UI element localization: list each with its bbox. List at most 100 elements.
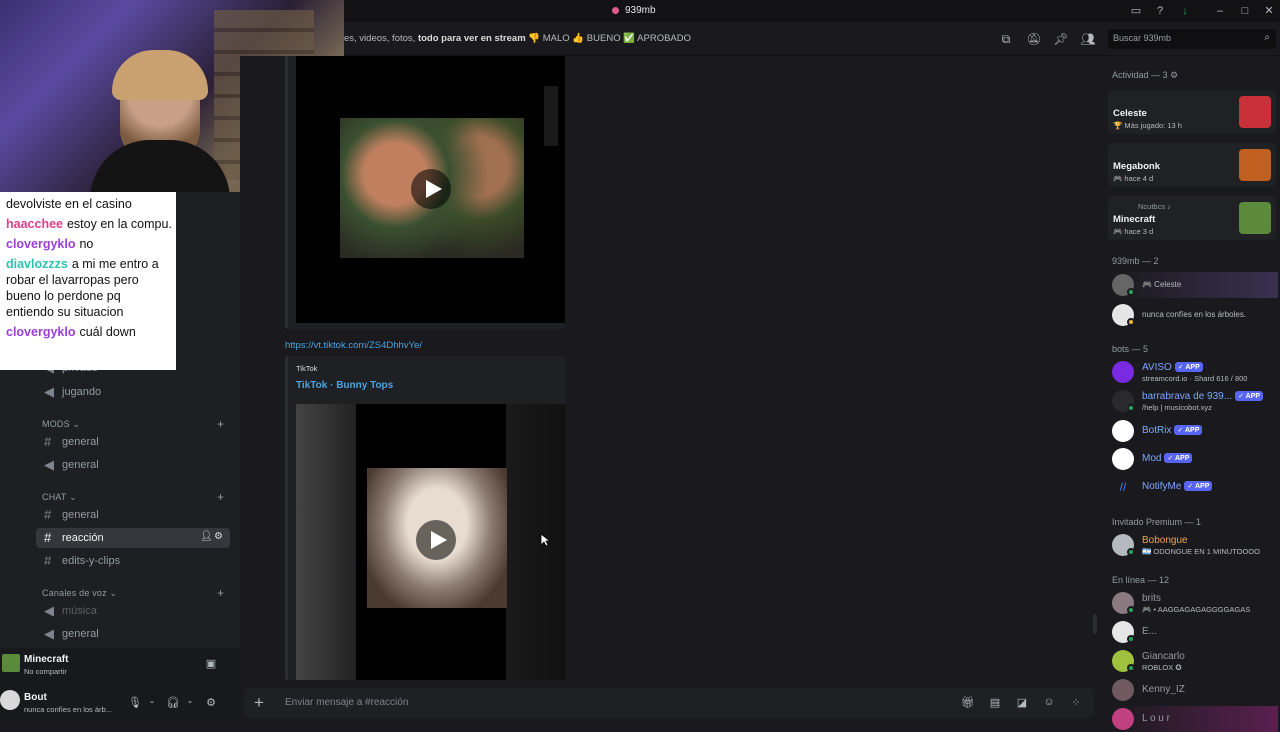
add-channel-icon[interactable]: + [217, 490, 224, 504]
emoji-icon[interactable]: ☺ [1042, 696, 1056, 708]
chat-message: clovergyklo no [6, 237, 94, 251]
add-channel-icon[interactable]: + [217, 417, 224, 431]
chat-message: devolviste en el casino [6, 197, 132, 211]
minimize-icon[interactable]: – [1213, 4, 1227, 18]
channel-header: es, videos, fotos, todo para ver en stre… [344, 22, 1280, 56]
user-status: nunca confíes en los árb... [24, 705, 112, 714]
invite-icon[interactable]: 👤︎ [200, 531, 213, 542]
threads-icon[interactable]: ⧉ [998, 31, 1014, 47]
channel-item[interactable]: ◀︎ general [36, 455, 230, 475]
activity-name: Minecraft [24, 654, 69, 665]
hash-icon: # [44, 507, 52, 522]
member-item[interactable]: Kenny_IZ [1112, 677, 1278, 703]
hash-icon: # [44, 530, 52, 545]
role-header: Invitado Premium — 1 [1112, 517, 1202, 527]
category-chat[interactable]: CHAT ⌄ + [42, 490, 224, 504]
mouse-cursor-icon [540, 533, 550, 547]
pin-icon[interactable]: 📌︎ [1053, 31, 1069, 47]
activity-status: No compartir [24, 667, 67, 676]
channel-item-active[interactable]: # reacción 👤︎ ⚙︎ [36, 528, 230, 548]
speaker-icon: ◀︎ [44, 603, 54, 618]
video-player[interactable] [296, 56, 565, 323]
category-voice[interactable]: Canales de voz ⌄ + [42, 586, 224, 600]
member-list-icon[interactable]: 👥︎ [1080, 31, 1096, 47]
headphones-icon[interactable]: 🎧︎ [166, 696, 180, 709]
member-list: Actividad — 3 ⚙︎ Celeste 🏆 Más jugado: 1… [1104, 56, 1280, 732]
minecraft-game-icon [2, 654, 20, 672]
inbox-icon[interactable]: ▭ [1129, 4, 1143, 18]
chat-message: haacchee estoy en la compu. [6, 217, 172, 231]
chevron-down-icon[interactable]: ⌄ [145, 696, 159, 705]
channel-item[interactable]: # general [36, 432, 230, 452]
microphone-icon[interactable]: 🎙︎ [128, 696, 142, 709]
scrollbar[interactable] [1093, 614, 1097, 634]
embed-title[interactable]: TikTok · Bunny Tops [296, 380, 393, 391]
chat-message: diavlozzzs a mi me entro a robar el lavar… [6, 257, 159, 319]
bot-item[interactable]: barrabrava de 939... ✓ APP /help | musico… [1112, 388, 1278, 414]
channel-item[interactable]: # general [36, 505, 230, 525]
user-panel: Minecraft No compartir ▣ Bout nunca conf… [0, 648, 240, 720]
add-channel-icon[interactable]: + [217, 586, 224, 600]
settings-gear-icon[interactable]: ⚙︎ [204, 696, 218, 709]
speaker-icon: ◀︎ [44, 626, 54, 641]
mute-bell-icon[interactable]: 🔕︎ [1026, 31, 1042, 47]
settings-gear-icon[interactable]: ⚙︎ [214, 531, 223, 542]
bot-item[interactable]: BotRix ✓ APP [1112, 418, 1278, 444]
search-icon: ⌕ [1264, 32, 1270, 43]
help-icon[interactable]: ? [1153, 4, 1167, 18]
message-input[interactable]: Enviar mensaje a #reacción [285, 697, 408, 708]
member-item[interactable]: Giancarlo ROBLOX ✪ [1112, 648, 1278, 674]
download-icon[interactable]: ↓ [1178, 4, 1192, 18]
celeste-game-icon [1239, 96, 1271, 128]
member-item[interactable]: brits 🎮 • AAGGAGAGAGGGGAGAS [1112, 590, 1278, 616]
megabonk-game-icon [1239, 149, 1271, 181]
activity-header: Actividad — 3 ⚙︎ [1112, 70, 1179, 80]
tiktok-embed: TikTok TikTok · Bunny Tops [285, 356, 565, 680]
member-item[interactable]: L o u r [1112, 706, 1278, 732]
chevron-down-icon[interactable]: ⌄ [183, 696, 197, 705]
role-header: En línea — 12 [1112, 575, 1170, 585]
member-item[interactable]: Bobongue 🇦🇷 ODONGUE EN 1 MINUTOOOO [1112, 532, 1278, 558]
apps-icon[interactable]: ⁘ [1069, 696, 1083, 709]
hash-icon: # [44, 553, 52, 568]
message-area: https://vt.tiktok.com/ZS4DhhvYe/ TikTok … [240, 56, 1100, 680]
channel-jugando[interactable]: ◀︎ jugando [36, 382, 230, 402]
member-item[interactable]: E... [1112, 619, 1278, 645]
voice-channel-item[interactable]: ◀︎ general [36, 624, 230, 644]
activity-card[interactable]: Megabonk 🎮 hace 4 d [1108, 143, 1276, 187]
category-mods[interactable]: MODS ⌄ + [42, 417, 224, 431]
speaker-icon: ◀︎ [44, 384, 54, 399]
sticker-icon[interactable]: ◪ [1015, 696, 1029, 709]
window-title: 939mb [612, 5, 656, 16]
screen-share-icon[interactable]: ▣ [204, 657, 218, 670]
bot-item[interactable]: // NotifyMe ✓ APP [1112, 474, 1278, 500]
role-header: 939mb — 2 [1112, 256, 1159, 266]
voice-channel-item[interactable]: ◀︎ música [36, 601, 230, 621]
video-embed [285, 56, 565, 329]
minecraft-game-icon [1239, 202, 1271, 234]
stream-chat-overlay: devolviste en el casino haacchee estoy en… [0, 192, 176, 370]
maximize-icon[interactable]: □ [1238, 4, 1252, 18]
gif-icon[interactable]: ▤ [988, 696, 1002, 709]
hash-icon: # [44, 434, 52, 449]
message-composer[interactable]: + Enviar mensaje a #reacción 🎁︎ ▤ ◪ ☺ ⁘ [244, 688, 1094, 718]
embed-provider: TikTok [296, 364, 318, 373]
play-icon[interactable] [411, 169, 451, 209]
bot-item[interactable]: AVISO ✓ APP streamcord.io · Shard 616 / 8… [1112, 359, 1278, 385]
channel-item[interactable]: # edits-y-clips [36, 551, 230, 571]
member-item[interactable]: 🎮 Celeste [1112, 272, 1278, 298]
activity-card[interactable]: Ncutbcs ♪ Minecraft 🎮 hace 3 d [1108, 196, 1276, 240]
speaker-icon: ◀︎ [44, 457, 54, 472]
activity-card[interactable]: Celeste 🏆 Más jugado: 13 h [1108, 90, 1276, 134]
avatar[interactable] [0, 690, 20, 710]
tiktok-link[interactable]: https://vt.tiktok.com/ZS4DhhvYe/ [285, 340, 422, 351]
video-player[interactable] [296, 404, 565, 680]
gift-icon[interactable]: 🎁︎ [961, 696, 975, 709]
play-icon[interactable] [416, 520, 456, 560]
member-item[interactable]: nunca confíes en los árboles. [1112, 302, 1278, 328]
user-name[interactable]: Bout [24, 692, 47, 703]
add-attachment-icon[interactable]: + [254, 693, 264, 713]
close-icon[interactable]: ✕ [1262, 4, 1276, 18]
bot-item[interactable]: Mod ✓ APP [1112, 446, 1278, 472]
search-input[interactable]: Buscar 939mb ⌕ [1108, 29, 1276, 49]
